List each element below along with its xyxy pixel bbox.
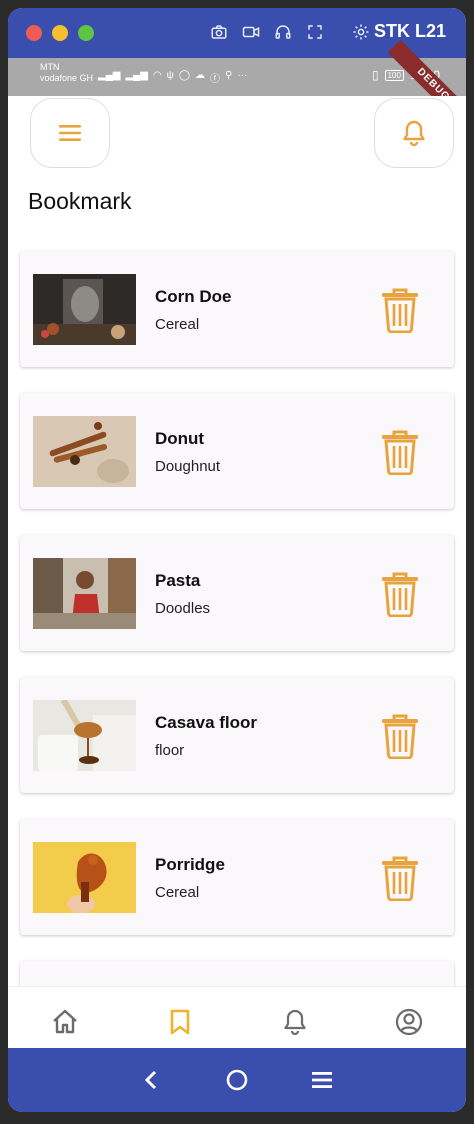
bookmark-subtitle: Cereal bbox=[155, 316, 200, 333]
cloud-icon: ☁ bbox=[195, 70, 206, 81]
bookmark-subtitle: Cereal bbox=[155, 884, 200, 901]
gear-icon[interactable] bbox=[350, 21, 372, 43]
food-image bbox=[33, 274, 136, 345]
nav-notifications[interactable] bbox=[280, 1007, 310, 1037]
menu-lines-icon bbox=[312, 1072, 332, 1088]
hamburger-icon bbox=[59, 125, 81, 141]
food-image bbox=[33, 700, 136, 771]
android-status-bar: MTN vodafone GH ▂▄▆ ▂▄▆ ◠ ψ ◯ ☁ ⓕ ⚲ ··· … bbox=[8, 39, 466, 131]
bell-icon bbox=[403, 120, 425, 147]
bookmark-subtitle: Doughnut bbox=[155, 458, 221, 475]
chevron-left-icon bbox=[144, 1070, 157, 1090]
home-icon bbox=[53, 1009, 77, 1034]
trash-icon bbox=[382, 288, 418, 334]
bookmark-title: Donut bbox=[155, 429, 205, 448]
whatsapp-icon: ◯ bbox=[178, 70, 191, 81]
bookmark-title: Corn Doe bbox=[155, 287, 232, 306]
food-image bbox=[33, 558, 136, 629]
camera-icon[interactable] bbox=[208, 21, 230, 43]
device-name: STK L21 bbox=[373, 21, 446, 41]
food-image bbox=[33, 416, 136, 487]
more-icon: ··· bbox=[237, 70, 248, 81]
back-button[interactable] bbox=[138, 1066, 166, 1094]
trash-icon bbox=[382, 572, 418, 618]
signal-icon: ▂▄▆ bbox=[98, 70, 121, 81]
circle-icon bbox=[226, 1069, 248, 1091]
delete-button[interactable] bbox=[380, 855, 420, 902]
home-button[interactable] bbox=[223, 1066, 251, 1094]
status-icons: ▂▄▆ ▂▄▆ ◠ ψ ◯ ☁ ⓕ ⚲ ··· bbox=[98, 70, 247, 85]
recents-button[interactable] bbox=[308, 1066, 336, 1094]
food-image bbox=[33, 842, 136, 913]
trash-icon bbox=[382, 714, 418, 760]
minimize-window-button[interactable] bbox=[52, 25, 68, 41]
trash-icon bbox=[382, 430, 418, 476]
carrier-name: MTN bbox=[40, 62, 60, 72]
delete-button[interactable] bbox=[380, 713, 420, 760]
delete-button[interactable] bbox=[380, 429, 420, 476]
menu-button[interactable] bbox=[30, 98, 110, 168]
nav-home[interactable] bbox=[50, 1007, 80, 1037]
location-icon: ⚲ bbox=[225, 70, 233, 81]
delete-button[interactable] bbox=[380, 571, 420, 618]
bookmark-title: Pasta bbox=[155, 571, 201, 590]
carrier-name-2: vodafone GH bbox=[40, 73, 94, 83]
bell-icon bbox=[284, 1009, 306, 1036]
signal-icon-2: ▂▄▆ bbox=[125, 70, 148, 81]
video-icon[interactable] bbox=[240, 21, 262, 43]
bookmark-title: Casava floor bbox=[155, 713, 258, 732]
nav-bookmark[interactable] bbox=[165, 1007, 195, 1037]
headphones-icon[interactable] bbox=[272, 21, 294, 43]
close-window-button[interactable] bbox=[26, 25, 42, 41]
vibrate-icon: ▯ bbox=[372, 68, 379, 82]
notifications-button[interactable] bbox=[374, 98, 454, 168]
bookmark-title: Porridge bbox=[155, 855, 225, 874]
bookmark-card[interactable]: Donut Doughnut bbox=[20, 393, 454, 509]
page-title: Bookmark bbox=[28, 188, 132, 214]
fullscreen-icon[interactable] bbox=[304, 21, 326, 43]
user-icon bbox=[395, 1008, 423, 1036]
bookmark-card[interactable]: Casava floor floor bbox=[20, 677, 454, 793]
android-navigation-bar bbox=[8, 1048, 466, 1112]
battery-level: 100 bbox=[384, 69, 404, 81]
usb-icon: ψ bbox=[166, 70, 174, 81]
bookmark-subtitle: Doodles bbox=[155, 600, 211, 617]
bookmark-card[interactable]: Porridge Cereal bbox=[20, 819, 454, 935]
nav-profile[interactable] bbox=[394, 1007, 424, 1037]
wifi-icon: ◠ bbox=[152, 70, 162, 81]
bookmark-icon bbox=[170, 1009, 190, 1035]
bookmark-card[interactable]: Pasta Doodles bbox=[20, 535, 454, 651]
trash-icon bbox=[382, 856, 418, 902]
app-screen: Bookmark Corn Doe Cereal Donut Doughnut bbox=[8, 96, 466, 1058]
maximize-window-button[interactable] bbox=[78, 25, 94, 41]
bookmark-card[interactable]: Corn Doe Cereal bbox=[20, 251, 454, 367]
emulator-window: STK L21 MTN vodafone GH ▂▄▆ ▂▄▆ ◠ ψ ◯ ☁ … bbox=[8, 8, 466, 1112]
delete-button[interactable] bbox=[380, 287, 420, 334]
facebook-icon: ⓕ bbox=[210, 74, 221, 85]
bookmark-subtitle: floor bbox=[155, 742, 185, 759]
